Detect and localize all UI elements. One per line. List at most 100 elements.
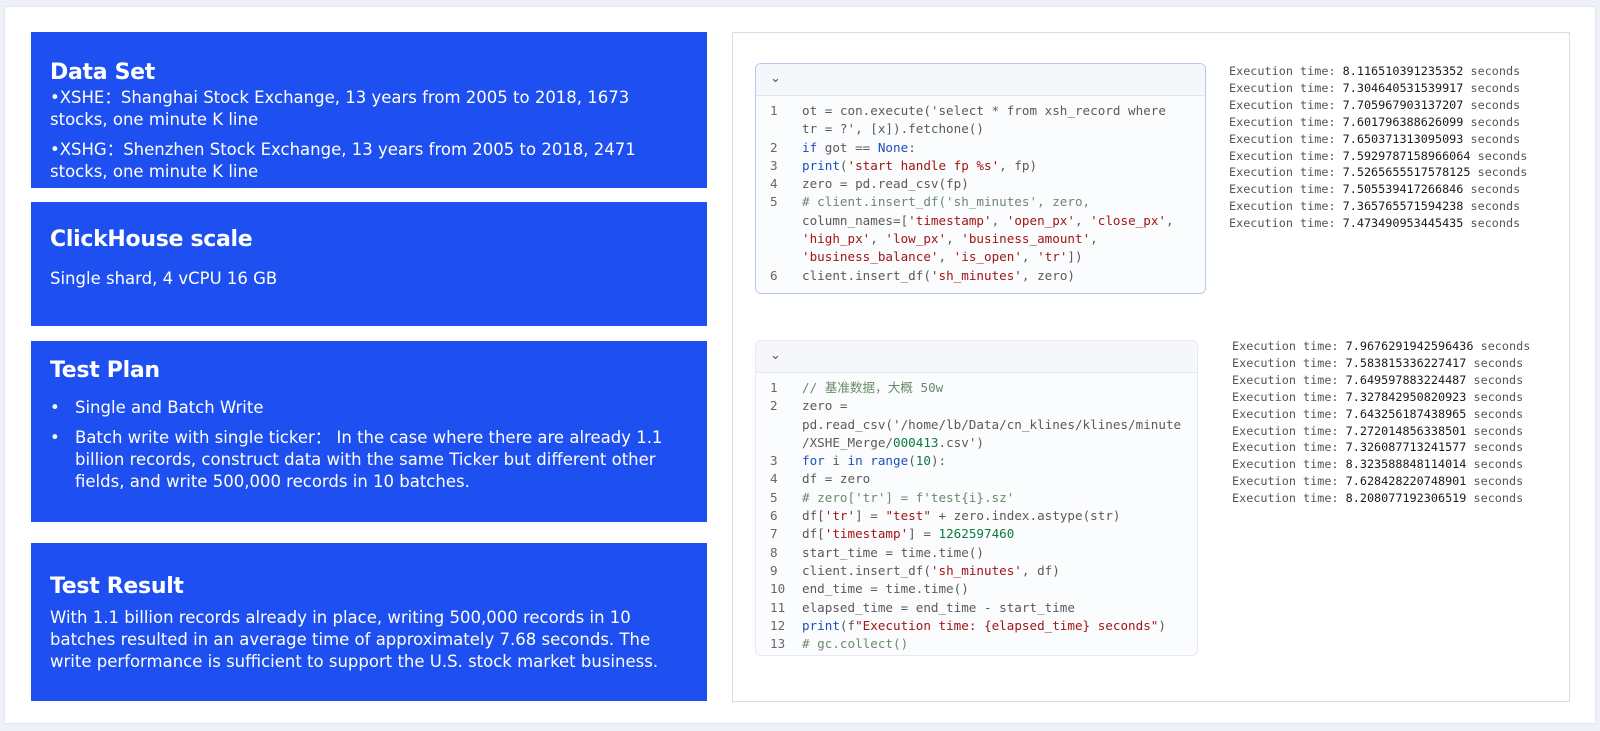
output-suffix: seconds [1466,406,1524,421]
output-line: Execution time: 7.643256187438965 second… [1232,406,1530,423]
code-text: print('start handle fp %s', fp) [802,157,1038,173]
output-line: Execution time: 7.628428220748901 second… [1232,473,1530,490]
output-suffix: seconds [1463,131,1521,146]
line-number: 12 [770,617,786,633]
code-line: 3 print('start handle fp %s', fp) [756,157,1205,175]
line-number: 5 [770,489,778,505]
cell-2-output: Execution time: 7.9676291942596436 secon… [1232,338,1530,507]
output-prefix: Execution time: [1232,423,1346,438]
collapse-chevron-icon[interactable]: ⌄ [770,71,781,86]
code-line: 5 # zero['tr'] = f'test{i}.sz' [756,489,1197,507]
line-number: 3 [770,157,778,173]
output-prefix: Execution time: [1232,491,1346,506]
collapse-chevron-icon[interactable]: ⌄ [770,348,781,363]
test-result-text: With 1.1 billion records already in plac… [50,608,659,671]
code-line: tr = ?', [x]).fetchone() [756,120,1205,138]
output-prefix: Execution time: [1229,114,1343,129]
test-result-title: Test Result [50,574,184,599]
execution-time-value: 7.365765571594238 [1342,199,1464,214]
cell-header: ⌄ [756,64,1205,96]
execution-time-value: 7.649597883224487 [1345,372,1467,387]
line-number: 2 [770,139,778,155]
test-result-panel: Test Result With 1.1 billion records alr… [31,543,707,701]
output-suffix: seconds [1466,423,1524,438]
dataset-line-xshg: •XSHG：Shenzhen Stock Exchange, 13 years … [50,140,636,181]
line-number: 7 [770,526,778,542]
output-line: Execution time: 7.505539417266846 second… [1229,181,1527,198]
execution-time-value: 7.650371313095093 [1342,131,1464,146]
output-prefix: Execution time: [1232,355,1346,370]
bullet-icon: • [50,398,60,417]
output-suffix: seconds [1463,64,1521,78]
output-suffix: seconds [1473,339,1531,353]
output-line: Execution time: 7.705967903137207 second… [1229,97,1527,114]
code-line: 13 # gc.collect() [756,635,1197,653]
line-number [756,230,802,248]
code-text: client.insert_df('sh_minutes', zero) [802,267,1075,283]
output-suffix: seconds [1466,474,1524,489]
output-line: Execution time: 8.323588848114014 second… [1232,456,1530,473]
output-prefix: Execution time: [1232,474,1346,489]
output-line: Execution time: 7.5265655517578125 secon… [1229,164,1527,181]
code-editor[interactable]: 1 ot = con.execute('select * from xsh_rec… [756,96,1205,285]
code-text: /XSHE_Merge/000413.csv') [802,434,984,450]
test-plan-item: • Batch write with single ticker： In the… [50,427,688,493]
execution-time-value: 7.628428220748901 [1345,474,1467,489]
execution-time-value: 7.304640531539917 [1342,80,1464,95]
output-line: Execution time: 7.272014856338501 second… [1232,423,1530,440]
output-suffix: seconds [1470,165,1528,180]
output-line: Execution time: 7.649597883224487 second… [1232,372,1530,389]
output-suffix: seconds [1463,199,1521,214]
code-line: 6 client.insert_df('sh_minutes', zero) [756,267,1205,285]
line-number: 11 [770,599,786,615]
execution-time-value: 8.208077192306519 [1345,491,1467,506]
line-number [756,434,802,452]
code-text: zero = pd.read_csv(fp) [802,176,969,192]
execution-time-value: 7.601796388626099 [1342,114,1464,129]
test-plan-list: • Single and Batch Write • Batch write w… [50,397,688,493]
test-plan-item-text: Single and Batch Write [75,398,264,417]
code-line: column_names=['timestamp', 'open_px', 'c… [756,212,1205,230]
code-cell-2[interactable]: ⌄ 1 // 基准数据，大概 50w 2 zero = pd.read_csv('/… [755,340,1198,656]
output-suffix: seconds [1463,114,1521,129]
output-prefix: Execution time: [1229,216,1343,231]
output-line: Execution time: 7.583815336227417 second… [1232,355,1530,372]
execution-time-value: 7.5265655517578125 [1342,165,1471,180]
code-text: pd.read_csv('/home/lb/Data/cn_klines/kli… [802,416,1182,432]
code-text: # client.insert_df('sh_minutes', zero, [802,194,1091,210]
test-plan-item: • Single and Batch Write [50,397,688,419]
output-prefix: Execution time: [1229,97,1343,112]
output-line: Execution time: 7.365765571594238 second… [1229,198,1527,215]
output-suffix: seconds [1466,355,1524,370]
execution-time-value: 7.583815336227417 [1345,355,1467,370]
scale-text: Single shard, 4 vCPU 16 GB [50,269,278,288]
code-line: 7 df['timestamp'] = 1262597460 [756,525,1197,543]
dataset-title: Data Set [50,60,156,85]
execution-time-value: 7.327842950820923 [1345,389,1467,404]
line-number: 4 [770,471,778,487]
code-text: zero = [802,398,848,414]
execution-time-value: 8.116510391235352 [1342,64,1464,78]
code-text: client.insert_df('sh_minutes', df) [802,562,1060,578]
code-text: ot = con.execute('select * from xsh_reco… [802,103,1166,118]
output-suffix: seconds [1463,216,1521,231]
code-editor[interactable]: 1 // 基准数据，大概 50w 2 zero = pd.read_csv('/ho… [756,373,1197,653]
code-line: 2 zero = [756,397,1197,415]
code-text: 'high_px', 'low_px', 'business_amount', [802,231,1098,247]
code-line: 12 print(f"Execution time: {elapsed_time}… [756,617,1197,635]
code-line: 1 // 基准数据，大概 50w [756,379,1197,397]
output-line: Execution time: 7.473490953445435 second… [1229,215,1527,232]
output-suffix: seconds [1466,389,1524,404]
output-line: Execution time: 7.601796388626099 second… [1229,114,1527,131]
line-number: 5 [770,194,778,210]
code-line: 4 df = zero [756,470,1197,488]
test-plan-item-text: Batch write with single ticker： In the c… [75,428,663,491]
code-line: /XSHE_Merge/000413.csv') [756,434,1197,452]
output-suffix: seconds [1470,148,1528,163]
line-number: 10 [770,581,786,597]
code-cell-1[interactable]: ⌄ 1 ot = con.execute('select * from xsh_r… [755,63,1206,294]
execution-time-value: 7.473490953445435 [1342,216,1464,231]
code-text: print(f"Execution time: {elapsed_time} s… [802,617,1166,633]
code-text: // 基准数据，大概 50w [802,380,944,395]
output-suffix: seconds [1463,80,1521,95]
